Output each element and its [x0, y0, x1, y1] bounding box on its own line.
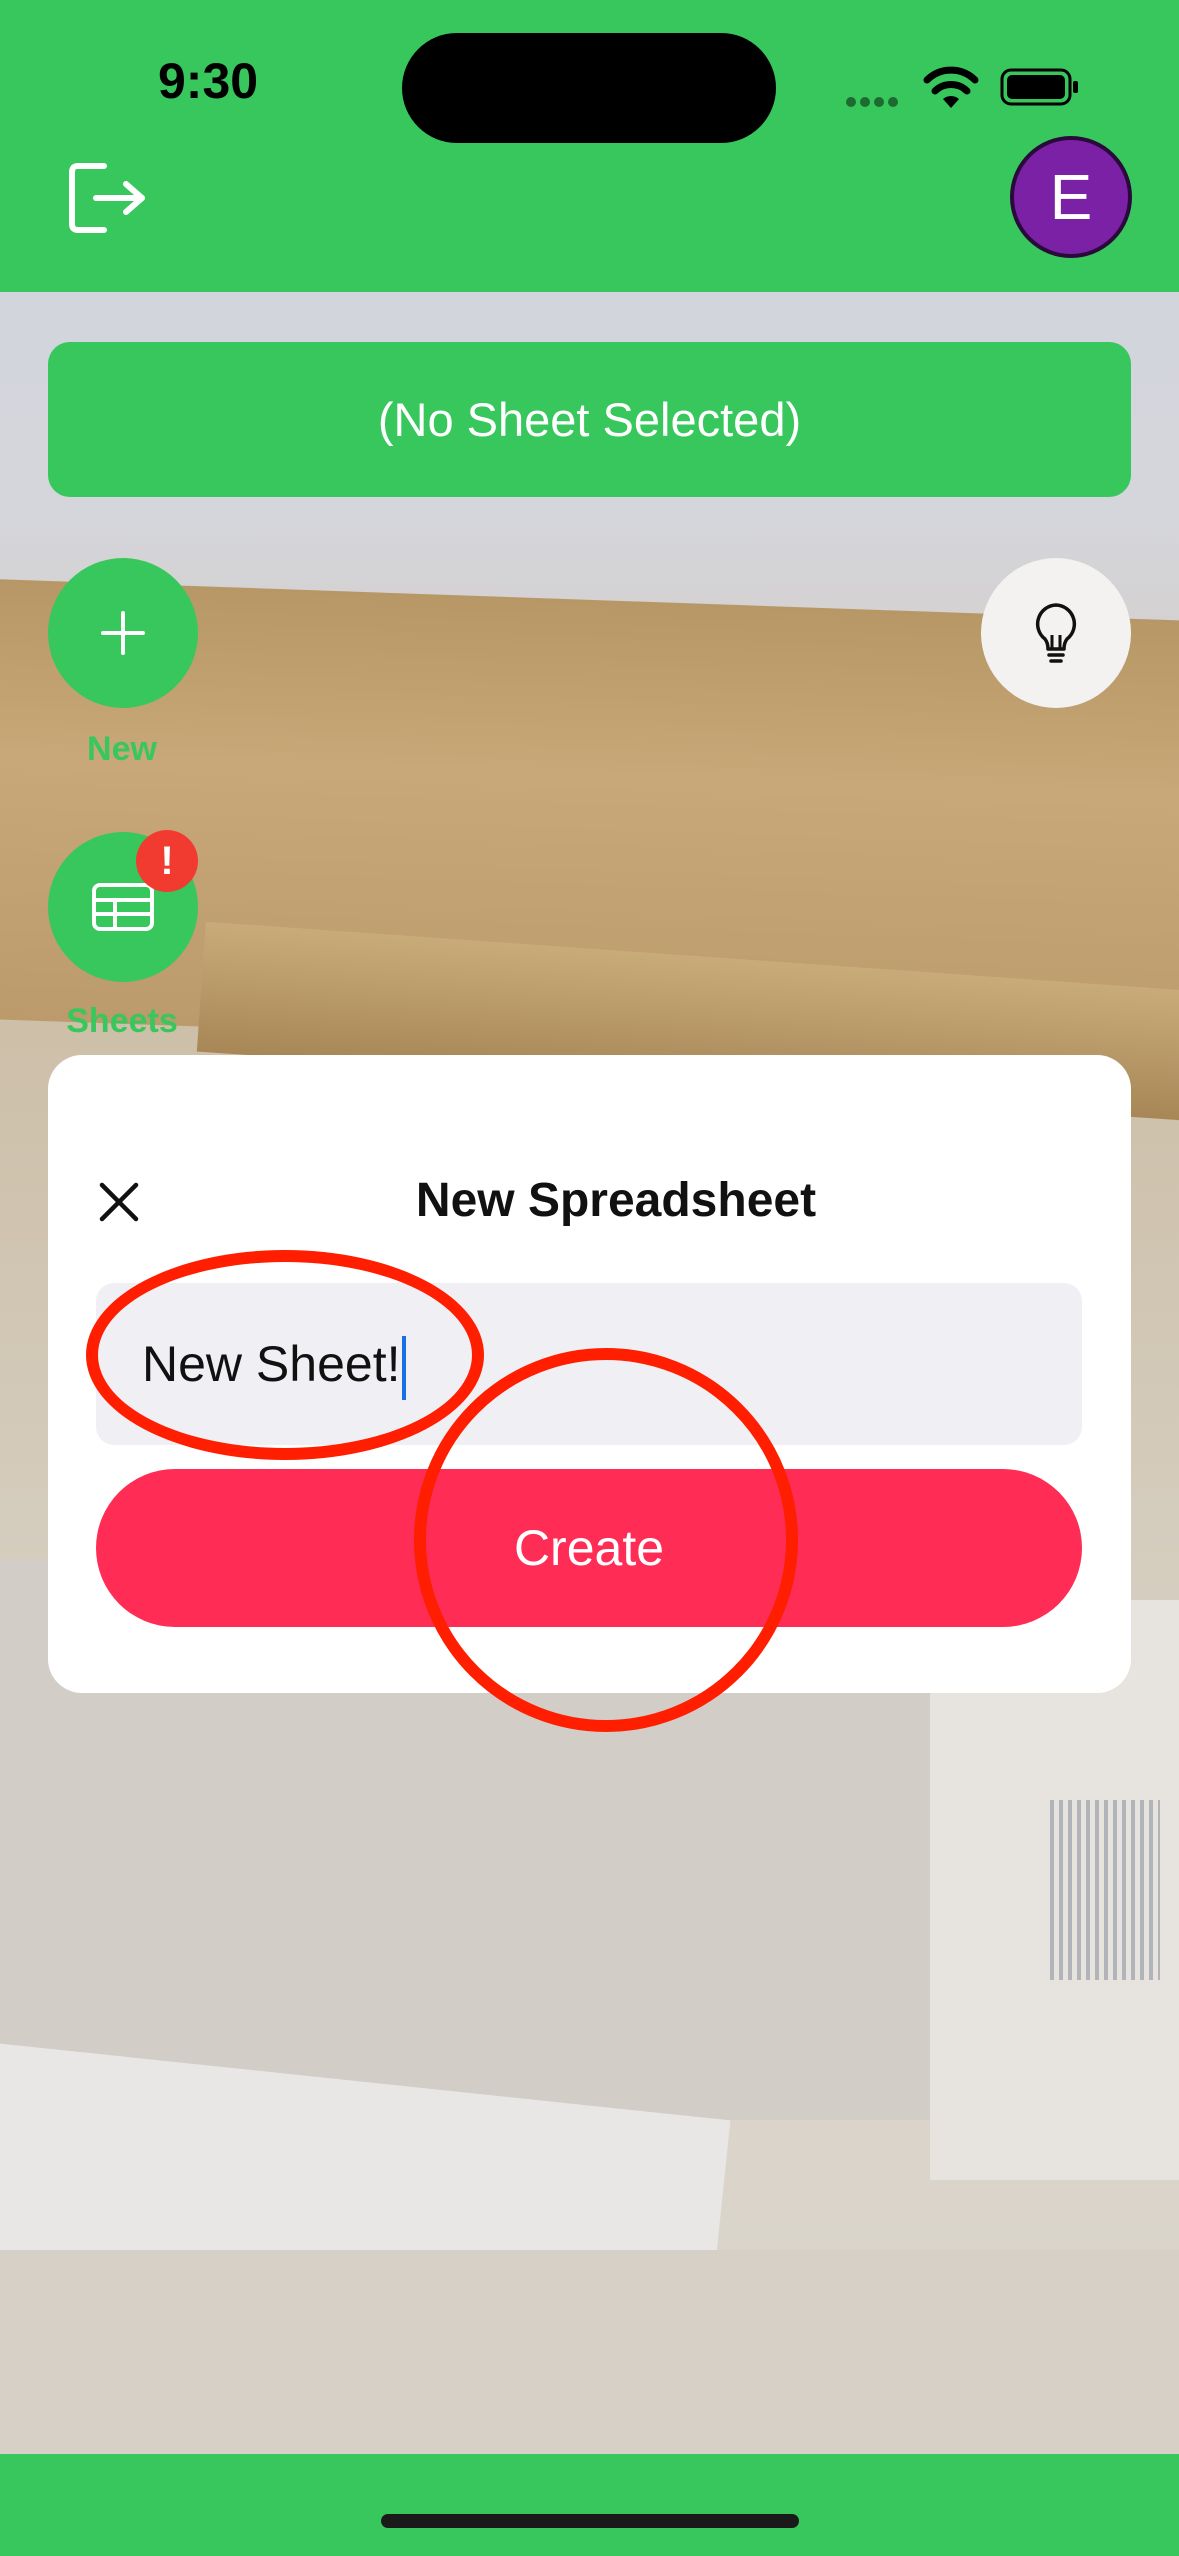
table-icon	[92, 883, 154, 931]
sheet-selector-button[interactable]: (No Sheet Selected)	[48, 342, 1131, 497]
new-button[interactable]	[48, 558, 198, 708]
tips-button[interactable]	[981, 558, 1131, 708]
sheets-alert-badge: !	[136, 830, 198, 892]
avatar[interactable]: E	[1010, 136, 1132, 258]
dialog-title: New Spreadsheet	[415, 1174, 817, 1227]
new-label: New	[87, 730, 157, 768]
plus-icon	[101, 611, 145, 655]
barcode	[1050, 1800, 1160, 1980]
dynamic-island	[402, 33, 776, 143]
cellular-signal-icon	[846, 94, 906, 107]
home-indicator	[381, 2514, 799, 2528]
wifi-icon	[923, 66, 979, 108]
annotation-circle-create	[414, 1348, 798, 1732]
top-bar: 9:30 E	[0, 0, 1179, 292]
status-time: 9:30	[158, 53, 259, 109]
lightbulb-icon	[1035, 603, 1077, 663]
bottom-bar	[0, 2454, 1179, 2556]
logout-icon[interactable]	[64, 158, 150, 238]
annotation-circle-input	[86, 1250, 484, 1460]
battery-icon	[1000, 68, 1078, 106]
sheets-label: Sheets	[66, 1002, 178, 1040]
